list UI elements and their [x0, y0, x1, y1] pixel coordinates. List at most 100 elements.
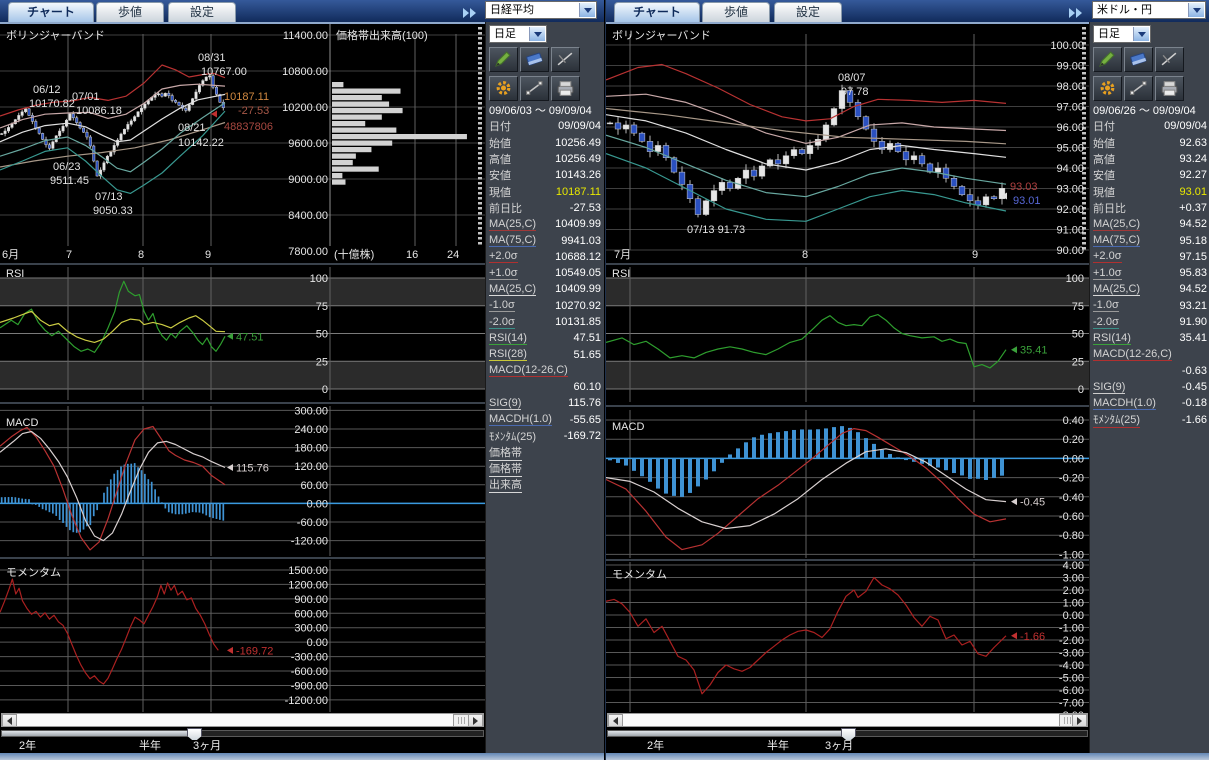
- indicator-link[interactable]: +1.0σ: [489, 267, 518, 280]
- scroll-left-button[interactable]: [608, 714, 623, 727]
- tab-chart[interactable]: チャート: [8, 2, 94, 22]
- indicator-link[interactable]: MA(25,C): [489, 283, 536, 296]
- info-row: ﾓﾒﾝﾀﾑ(25)-169.72: [486, 428, 604, 444]
- h-scrollbar[interactable]: [607, 713, 1088, 727]
- h-scrollbar[interactable]: [1, 713, 484, 727]
- period-select[interactable]: 日足: [489, 25, 547, 43]
- gear-button[interactable]: [1093, 76, 1122, 101]
- eraser-icon: [1127, 50, 1150, 68]
- tab-settings[interactable]: 設定: [168, 2, 236, 22]
- pencil-icon: [1096, 50, 1119, 68]
- trend-line-button[interactable]: [1124, 76, 1153, 101]
- svg-text:240.00: 240.00: [294, 424, 328, 436]
- indicator-link[interactable]: MA(25,C): [489, 218, 536, 231]
- range-preset-2[interactable]: 半年: [767, 740, 789, 753]
- range-preset-1[interactable]: 2年: [647, 740, 664, 753]
- zoom-slider[interactable]: [607, 727, 1088, 740]
- indicator-link[interactable]: SIG(9): [489, 397, 521, 410]
- indicator-link[interactable]: SIG(9): [1093, 381, 1125, 394]
- pencil-button[interactable]: [489, 47, 518, 72]
- svg-text:10170.82: 10170.82: [29, 98, 75, 110]
- svg-text:-300.00: -300.00: [291, 652, 328, 664]
- svg-text:99.00: 99.00: [1056, 61, 1084, 73]
- tab-chart[interactable]: チャート: [614, 2, 700, 22]
- eraser-button[interactable]: [520, 47, 549, 72]
- indicator-link[interactable]: -2.0σ: [1093, 316, 1119, 329]
- svg-text:47.51: 47.51: [236, 331, 264, 343]
- eraser-button[interactable]: [1124, 47, 1153, 72]
- indicator-link[interactable]: MA(75,C): [1093, 234, 1140, 247]
- dropdown-arrow-icon[interactable]: [1133, 27, 1149, 41]
- indicator-link[interactable]: RSI(28): [489, 348, 527, 361]
- symbol-value: 米ドル・円: [1097, 4, 1152, 16]
- indicator-link[interactable]: RSI(14): [489, 332, 527, 345]
- right-arrow-icon: [1077, 717, 1082, 725]
- dropdown-arrow-icon[interactable]: [529, 27, 545, 41]
- svg-text:0.40: 0.40: [1063, 415, 1084, 427]
- line-slash-button[interactable]: [1155, 47, 1184, 72]
- info-value: -27.53: [570, 202, 601, 214]
- drawing-toolbar: [489, 47, 584, 105]
- scroll-right-button[interactable]: [468, 714, 483, 727]
- printer-button[interactable]: [551, 76, 580, 101]
- indicator-link[interactable]: MACDH(1.0): [489, 413, 552, 426]
- scroll-right-button[interactable]: [1072, 714, 1087, 727]
- indicator-link[interactable]: MA(25,C): [1093, 218, 1140, 231]
- indicator-link[interactable]: -2.0σ: [489, 316, 515, 329]
- indicator-link[interactable]: MACD(12-26,C): [1093, 348, 1172, 361]
- info-row: MA(25,C)10409.99: [486, 281, 604, 297]
- range-preset-3[interactable]: 3ヶ月: [193, 740, 221, 753]
- pencil-button[interactable]: [1093, 47, 1122, 72]
- line-slash-icon: [1158, 50, 1181, 68]
- range-preset-1[interactable]: 2年: [19, 740, 36, 753]
- tab-tick[interactable]: 歩値: [96, 2, 164, 22]
- svg-text:50: 50: [1072, 329, 1084, 341]
- more-tabs-icon[interactable]: [463, 5, 483, 17]
- indicator-link[interactable]: -1.0σ: [489, 299, 515, 312]
- period-select[interactable]: 日足: [1093, 25, 1151, 43]
- svg-text:1200.00: 1200.00: [288, 579, 328, 591]
- indicator-link[interactable]: ﾓﾒﾝﾀﾑ(25): [1093, 412, 1140, 428]
- indicator-link[interactable]: +2.0σ: [489, 250, 518, 263]
- line-slash-button[interactable]: [551, 47, 580, 72]
- indicator-link[interactable]: MACDH(1.0): [1093, 397, 1156, 410]
- dropdown-arrow-icon[interactable]: [1188, 3, 1204, 17]
- indicator-link[interactable]: +1.0σ: [1093, 267, 1122, 280]
- indicator-link[interactable]: -1.0σ: [1093, 299, 1119, 312]
- trend-line-button[interactable]: [520, 76, 549, 101]
- printer-button[interactable]: [1155, 76, 1184, 101]
- info-label: 高値: [1093, 151, 1115, 167]
- info-label: 安値: [1093, 167, 1115, 183]
- range-preset-2[interactable]: 半年: [139, 740, 161, 753]
- indicator-link[interactable]: 価格帯: [489, 444, 522, 460]
- indicator-link[interactable]: RSI(14): [1093, 332, 1131, 345]
- symbol-select[interactable]: 日経平均: [485, 1, 597, 19]
- svg-text:25: 25: [316, 356, 328, 368]
- info-row: -2.0σ10131.85: [486, 314, 604, 330]
- info-value: 97.15: [1179, 251, 1207, 263]
- indicator-link[interactable]: 出来高: [489, 477, 522, 493]
- svg-text:-0.40: -0.40: [1059, 492, 1084, 504]
- info-label: 日付: [1093, 118, 1115, 134]
- info-row: -0.63: [1090, 363, 1209, 379]
- svg-text:16: 16: [406, 249, 418, 261]
- scroll-left-button[interactable]: [2, 714, 17, 727]
- info-label: 始値: [489, 135, 511, 151]
- range-preset-3[interactable]: 3ヶ月: [825, 740, 853, 753]
- indicator-link[interactable]: MACD(12-26,C): [489, 364, 568, 377]
- svg-text:-1200.00: -1200.00: [285, 695, 328, 707]
- symbol-select[interactable]: 米ドル・円: [1092, 1, 1206, 19]
- indicator-link[interactable]: 価格帯: [489, 461, 522, 477]
- indicator-link[interactable]: MA(75,C): [489, 234, 536, 247]
- indicator-link[interactable]: ﾓﾒﾝﾀﾑ(25): [489, 428, 536, 444]
- zoom-slider[interactable]: [1, 727, 484, 740]
- svg-text:6月: 6月: [2, 249, 19, 261]
- indicator-link[interactable]: MA(25,C): [1093, 283, 1140, 296]
- tab-settings[interactable]: 設定: [774, 2, 842, 22]
- more-tabs-icon[interactable]: [1069, 5, 1089, 17]
- tab-tick[interactable]: 歩値: [702, 2, 770, 22]
- indicator-link[interactable]: +2.0σ: [1093, 250, 1122, 263]
- dropdown-arrow-icon[interactable]: [579, 3, 595, 17]
- period-value: 日足: [494, 28, 516, 40]
- gear-button[interactable]: [489, 76, 518, 101]
